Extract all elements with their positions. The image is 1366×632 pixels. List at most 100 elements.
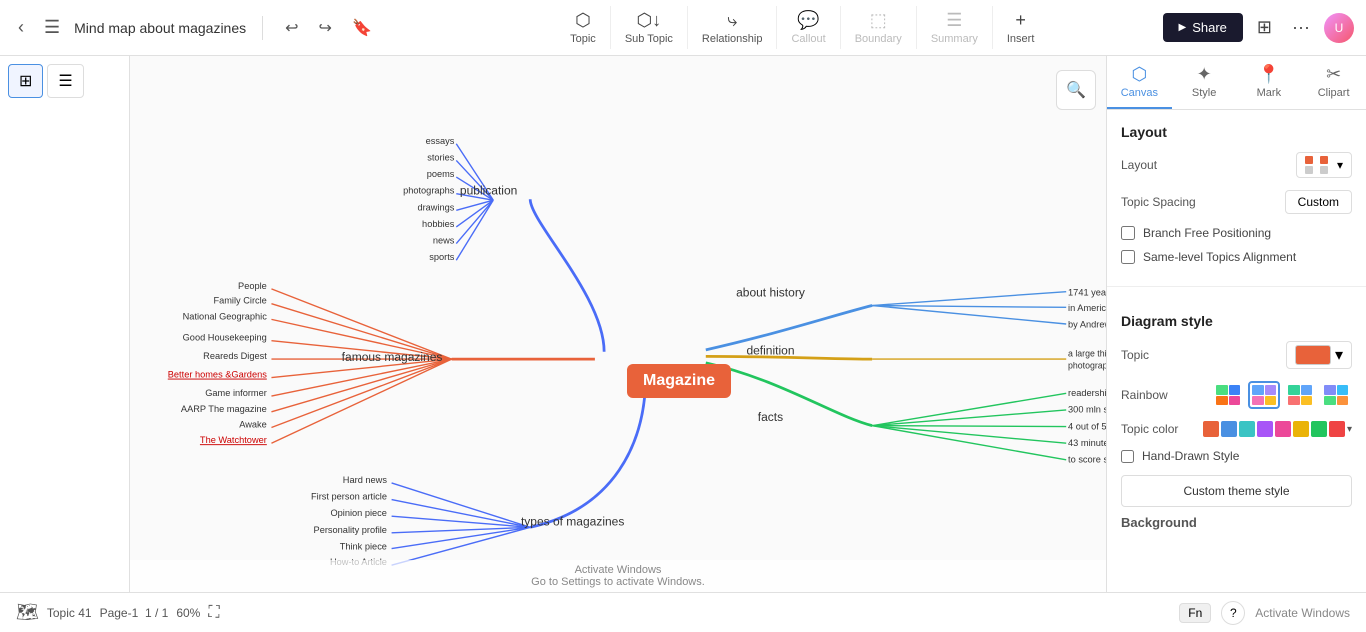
svg-text:news: news <box>433 236 455 246</box>
svg-text:Hard news: Hard news <box>343 475 388 485</box>
tool-insert[interactable]: + Insert <box>993 6 1049 49</box>
branch-free-row: Branch Free Positioning <box>1121 226 1352 240</box>
subtopic-label: Sub Topic <box>625 33 673 45</box>
tab-canvas[interactable]: ⬡ Canvas <box>1107 56 1172 109</box>
topic-style-row: Topic ▾ <box>1121 341 1352 369</box>
svg-text:in America: in America <box>1068 303 1106 313</box>
tool-callout[interactable]: 💬 Callout <box>777 6 840 49</box>
more-button[interactable]: ··· <box>1286 13 1316 42</box>
topic-label: Topic <box>570 33 596 45</box>
activate-overlay: Activate Windows Go to Settings to activ… <box>130 560 1106 592</box>
toolbar-center: ⬡ Topic ⬡↓ Sub Topic ⤷ Relationship 💬 Ca… <box>442 6 1163 49</box>
canvas-tab-icon: ⬡ <box>1132 64 1148 85</box>
svg-text:by Andrew Bradford: by Andrew Bradford <box>1068 320 1106 330</box>
svg-text:Personality profile: Personality profile <box>314 525 387 535</box>
panel-tabs: ⬡ Canvas ✦ Style 📍 Mark ✂ Clipart <box>1107 56 1366 110</box>
mark-tab-icon: 📍 <box>1258 64 1280 85</box>
rainbow-option-4[interactable] <box>1320 381 1352 409</box>
relationship-label: Relationship <box>702 33 763 45</box>
branch-free-checkbox[interactable] <box>1121 226 1135 240</box>
list-view-button[interactable]: ☰ <box>47 64 83 98</box>
share-button[interactable]: ▶ Share <box>1163 13 1243 42</box>
svg-text:Reareds Digest: Reareds Digest <box>203 351 267 361</box>
tab-style[interactable]: ✦ Style <box>1172 56 1237 109</box>
rainbow-label: Rainbow <box>1121 388 1168 402</box>
same-level-checkbox[interactable] <box>1121 250 1135 264</box>
map-icon[interactable]: 🗺 <box>16 602 39 623</box>
topic-spacing-row: Topic Spacing Custom <box>1121 190 1352 214</box>
rainbow-option-3[interactable] <box>1284 381 1316 409</box>
share-label: Share <box>1192 20 1227 35</box>
color-swatch-6[interactable] <box>1293 421 1309 437</box>
svg-text:famous magazines: famous magazines <box>342 350 443 364</box>
color-swatches: ▾ <box>1203 421 1352 437</box>
svg-text:hobbies: hobbies <box>422 219 455 229</box>
svg-text:drawings: drawings <box>417 202 454 212</box>
grid-button[interactable]: ⊞ <box>1251 13 1278 42</box>
style-tab-label: Style <box>1192 87 1216 99</box>
topic-swatch <box>1295 345 1331 365</box>
custom-badge-button[interactable]: Custom <box>1285 190 1352 214</box>
topic-color-label: Topic color <box>1121 422 1178 436</box>
help-button[interactable]: ? <box>1221 601 1245 625</box>
layout-section-title: Layout <box>1121 124 1352 140</box>
color-swatch-7[interactable] <box>1311 421 1327 437</box>
svg-text:sports: sports <box>429 252 455 262</box>
color-swatch-3[interactable] <box>1239 421 1255 437</box>
handdrawn-checkbox[interactable] <box>1121 450 1134 463</box>
tab-clipart[interactable]: ✂ Clipart <box>1301 56 1366 109</box>
undo-button[interactable]: ↩ <box>279 14 304 42</box>
topic-color-row: Topic color ▾ <box>1121 421 1352 437</box>
color-swatch-8[interactable] <box>1329 421 1345 437</box>
avatar: U <box>1324 13 1354 43</box>
diagram-style-section: Diagram style Topic ▾ Rainbow <box>1107 299 1366 515</box>
color-swatch-5[interactable] <box>1275 421 1291 437</box>
color-swatch-4[interactable] <box>1257 421 1273 437</box>
color-arrow[interactable]: ▾ <box>1347 424 1352 435</box>
tab-mark[interactable]: 📍 Mark <box>1237 56 1302 109</box>
tool-relationship[interactable]: ⤷ Relationship <box>688 6 778 49</box>
clipart-tab-label: Clipart <box>1318 87 1350 99</box>
tool-topic[interactable]: ⬡ Topic <box>556 6 611 49</box>
redo-button[interactable]: ↪ <box>313 14 338 42</box>
tool-boundary[interactable]: ⬚ Boundary <box>841 6 917 49</box>
insert-label: Insert <box>1007 33 1035 45</box>
callout-icon: 💬 <box>797 10 819 31</box>
layout-selector[interactable]: ▾ <box>1296 152 1352 178</box>
topic-spacing-label: Topic Spacing <box>1121 195 1196 209</box>
clipart-tab-icon: ✂ <box>1326 64 1341 85</box>
svg-text:The Watchtower: The Watchtower <box>200 435 267 445</box>
fn-button[interactable]: Fn <box>1179 603 1211 623</box>
rainbow-option-2[interactable] <box>1248 381 1280 409</box>
color-swatch-1[interactable] <box>1203 421 1219 437</box>
canvas-area[interactable]: 🔍 <box>130 56 1106 592</box>
handdrawn-row: Hand-Drawn Style <box>1121 449 1352 463</box>
svg-text:stories: stories <box>427 152 455 162</box>
custom-theme-button[interactable]: Custom theme style <box>1121 475 1352 507</box>
same-level-label: Same-level Topics Alignment <box>1143 250 1296 264</box>
topic-style-selector[interactable]: ▾ <box>1286 341 1352 369</box>
main-area: ⊞ ☰ 🔍 <box>0 56 1366 592</box>
mark-tab-label: Mark <box>1257 87 1281 99</box>
rainbow-option-1[interactable] <box>1212 381 1244 409</box>
bottom-bar-right: Fn ? Activate Windows <box>1179 601 1350 625</box>
bottom-bar: 🗺 Topic 41 Page-1 1 / 1 60% ⛶ Fn ? Activ… <box>0 592 1366 632</box>
fullscreen-button[interactable]: ⛶ <box>208 604 219 622</box>
menu-button[interactable]: ☰ <box>38 13 66 42</box>
color-swatch-2[interactable] <box>1221 421 1237 437</box>
tool-subtopic[interactable]: ⬡↓ Sub Topic <box>611 6 688 49</box>
summary-label: Summary <box>931 33 978 45</box>
canvas-tab-label: Canvas <box>1121 87 1158 99</box>
tool-summary[interactable]: ☰ Summary <box>917 6 993 49</box>
svg-text:photographs, and sold weekly o: photographs, and sold weekly or monthly <box>1068 360 1106 370</box>
relationship-icon: ⤷ <box>727 10 737 31</box>
boundary-label: Boundary <box>855 33 902 45</box>
back-button[interactable]: ‹ <box>12 13 30 42</box>
svg-text:publication: publication <box>460 184 517 198</box>
svg-text:National Geographic: National Geographic <box>183 311 268 321</box>
svg-text:facts: facts <box>758 410 783 424</box>
activate-title: Activate Windows <box>575 564 662 576</box>
save-button[interactable]: 🔖 <box>346 14 378 42</box>
center-topic[interactable]: Magazine <box>627 364 731 398</box>
grid-view-button[interactable]: ⊞ <box>8 64 43 98</box>
